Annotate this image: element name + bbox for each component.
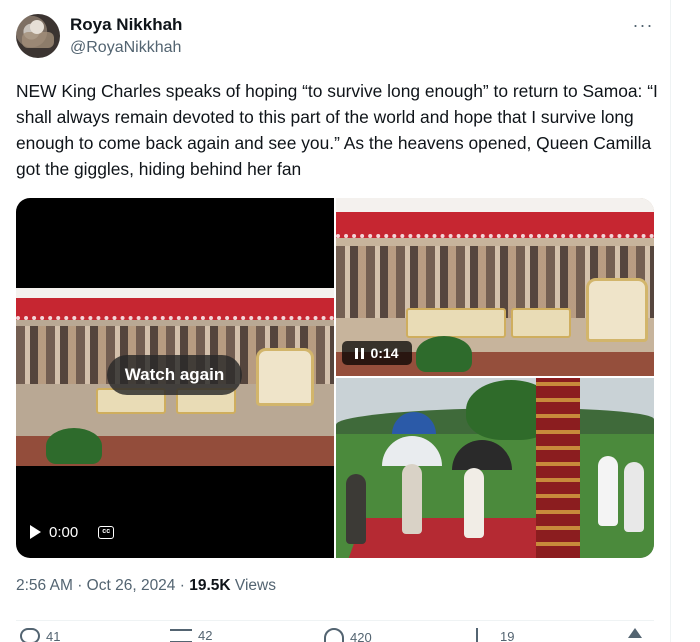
person	[464, 468, 484, 538]
media-grid: Watch again 0:00 cc 0:14	[16, 198, 654, 558]
play-icon[interactable]	[30, 525, 41, 539]
action-bar: 41 42 420 19	[16, 628, 656, 642]
gold-table	[511, 308, 571, 338]
red-carpet-path	[348, 518, 554, 558]
meta-separator: ·	[77, 577, 83, 594]
avatar-photo-head	[30, 20, 44, 34]
bookmark-count: 19	[500, 628, 515, 642]
bookmark-icon	[476, 628, 494, 642]
like-button[interactable]: 420	[324, 628, 372, 642]
divider	[16, 620, 654, 621]
pause-icon	[355, 347, 365, 359]
meta-separator: ·	[179, 577, 185, 594]
repost-icon	[170, 628, 192, 642]
avatar-photo-shape	[22, 32, 54, 48]
tweet-header: Roya Nikkhah @RoyaNikkhah ···	[16, 14, 656, 62]
media-tile-ceremony[interactable]: 0:14	[336, 198, 654, 376]
throne-chair	[586, 278, 648, 342]
flower-arrangement	[46, 428, 102, 464]
person	[402, 464, 422, 534]
avatar[interactable]	[16, 14, 60, 58]
post-time[interactable]: 2:56 AM	[16, 577, 73, 594]
person	[598, 456, 618, 526]
like-count: 420	[350, 629, 372, 642]
repost-button[interactable]: 42	[170, 628, 212, 642]
tweet-meta: 2:56 AM · Oct 26, 2024 · 19.5K Views	[16, 577, 276, 595]
video-player[interactable]: Watch again 0:00 cc	[16, 198, 334, 558]
share-button[interactable]	[628, 628, 642, 638]
bookmark-button[interactable]: 19	[476, 628, 514, 642]
repost-count: 42	[198, 628, 213, 642]
media-tile-procession[interactable]	[336, 378, 654, 558]
share-icon	[628, 628, 642, 638]
author-handle[interactable]: @RoyaNikkhah	[70, 39, 181, 57]
gold-table	[406, 308, 506, 338]
views-count: 19.5K	[189, 577, 231, 594]
watch-again-button[interactable]: Watch again	[107, 355, 242, 395]
person	[346, 474, 366, 544]
heart-icon	[324, 628, 344, 642]
clip-time: 0:14	[370, 345, 399, 361]
clip-duration-badge: 0:14	[342, 341, 412, 365]
post-date[interactable]: Oct 26, 2024	[87, 577, 176, 594]
video-time: 0:00	[49, 523, 79, 541]
person	[624, 462, 644, 532]
reply-icon	[20, 628, 40, 642]
flower-arrangement	[416, 336, 472, 372]
more-options-icon[interactable]: ···	[628, 16, 658, 38]
decorated-pillar	[536, 378, 580, 558]
author-name[interactable]: Roya Nikkhah	[70, 15, 182, 35]
captions-icon[interactable]: cc	[98, 525, 115, 539]
canopy-trim	[336, 212, 654, 238]
views-label: Views	[234, 577, 276, 594]
reply-count: 41	[46, 628, 61, 642]
reply-button[interactable]: 41	[20, 628, 60, 642]
canopy-trim	[16, 298, 334, 320]
tweet-text: NEW King Charles speaks of hoping “to su…	[16, 81, 658, 179]
throne-chair	[256, 348, 314, 406]
right-border	[670, 0, 671, 642]
video-controls: 0:00 cc	[30, 521, 115, 543]
